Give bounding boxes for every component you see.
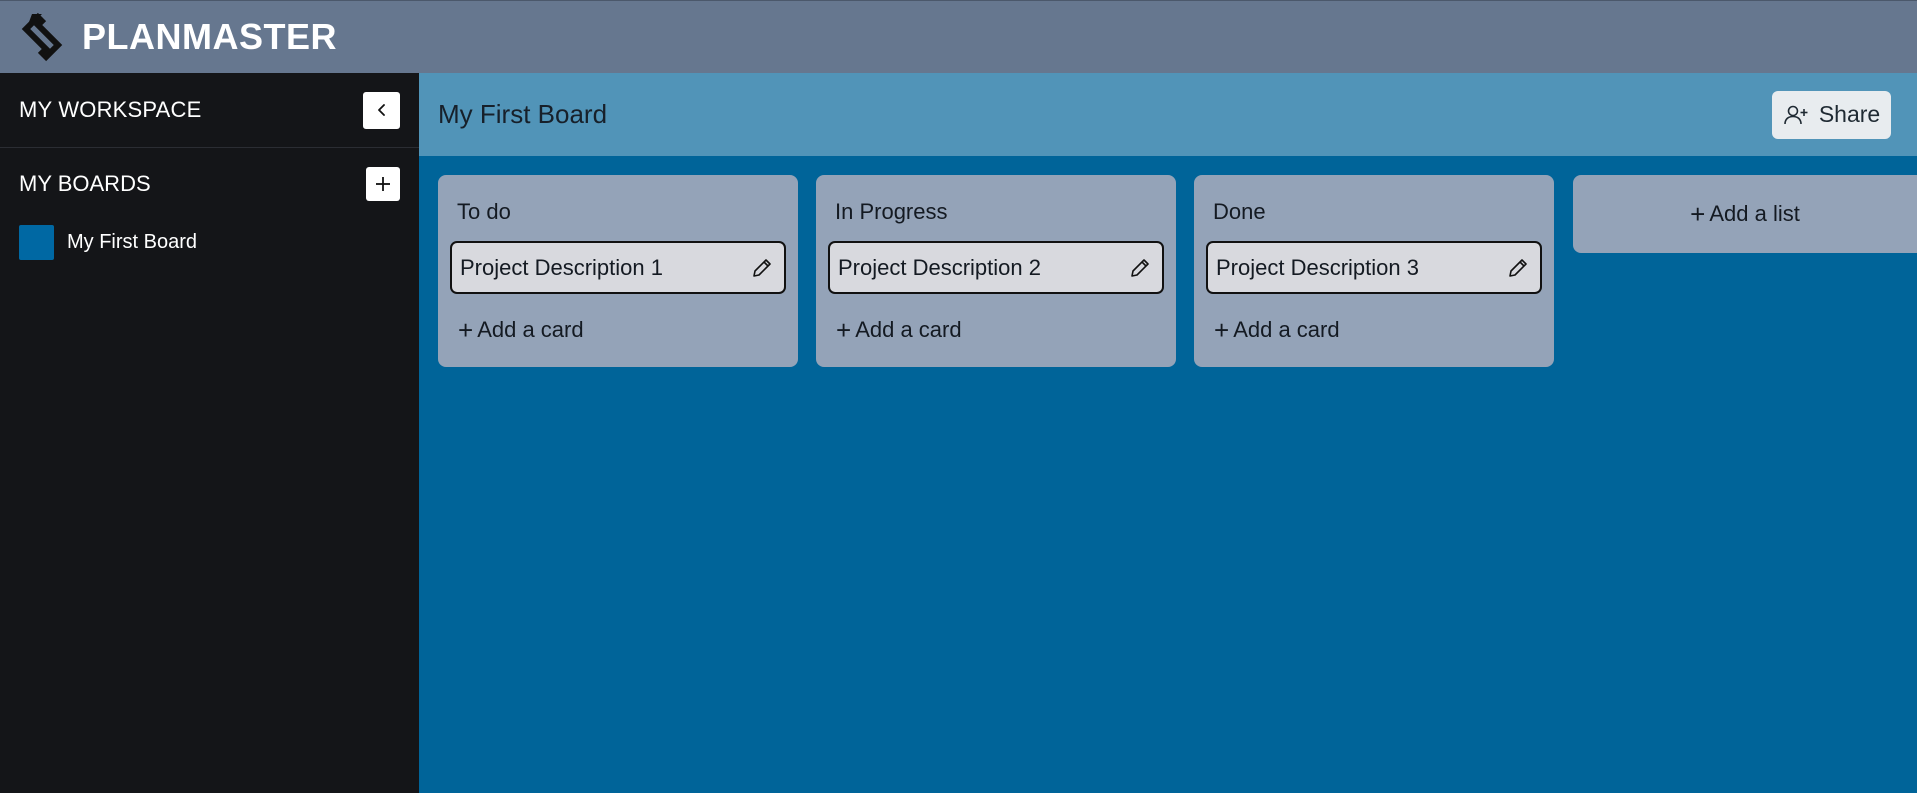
app-brand[interactable]: PLANMASTER [82,16,337,58]
add-card-label: Add a card [477,317,584,342]
add-card-button[interactable]: + Add a card [458,317,584,343]
boards-title: MY BOARDS [19,171,151,196]
pencil-edit-icon[interactable] [1128,256,1152,280]
add-user-icon [1784,105,1808,124]
card[interactable]: Project Description 2 [828,241,1164,294]
list-column-done: Done Project Description 3 + Add a card [1194,175,1554,367]
add-card-button[interactable]: + Add a card [836,317,962,343]
add-card-label: Add a card [855,317,962,342]
pencil-edit-icon[interactable] [750,256,774,280]
pencil-edit-icon[interactable] [1506,256,1530,280]
plus-icon [376,177,390,191]
list-title[interactable]: In Progress [835,199,948,225]
sidebar-board-item[interactable]: My First Board [0,220,419,264]
board-color-swatch [19,224,54,260]
list-column-in-progress: In Progress Project Description 2 + Add … [816,175,1176,367]
sidebar-board-name: My First Board [67,230,198,253]
sidebar: MY WORKSPACE MY BOARDS My First Board [0,73,419,793]
card[interactable]: Project Description 3 [1206,241,1542,294]
chevron-left-icon [377,104,385,116]
workspace-title: MY WORKSPACE [19,97,202,122]
share-button[interactable]: Share [1772,90,1891,139]
card-title: Project Description 1 [460,254,663,280]
plus-icon: + [836,315,852,345]
add-card-button[interactable]: + Add a card [1214,317,1340,343]
card[interactable]: Project Description 1 [450,241,786,294]
add-list-button[interactable]: + Add a list [1573,175,1917,253]
app-header: PLANMASTER [0,0,1917,73]
add-board-button[interactable] [366,167,400,201]
share-label: Share [1818,101,1881,127]
plus-icon: + [1690,199,1706,229]
plus-icon: + [1214,315,1230,345]
board-title: My First Board [438,99,608,129]
board-header: My First Board Share [419,73,1917,156]
card-title: Project Description 2 [838,254,1041,280]
card-title: Project Description 3 [1216,254,1419,280]
plus-icon: + [458,315,474,345]
list-title[interactable]: Done [1213,199,1266,225]
list-column-todo: To do Project Description 1 + Add a card [438,175,798,367]
add-list-label: Add a list [1709,201,1800,226]
workspace-header: MY WORKSPACE [0,73,419,148]
collapse-sidebar-button[interactable] [363,91,400,129]
planmaster-logo-icon [21,12,63,62]
list-title[interactable]: To do [457,199,511,225]
boards-header: MY BOARDS [0,152,419,216]
add-card-label: Add a card [1233,317,1340,342]
